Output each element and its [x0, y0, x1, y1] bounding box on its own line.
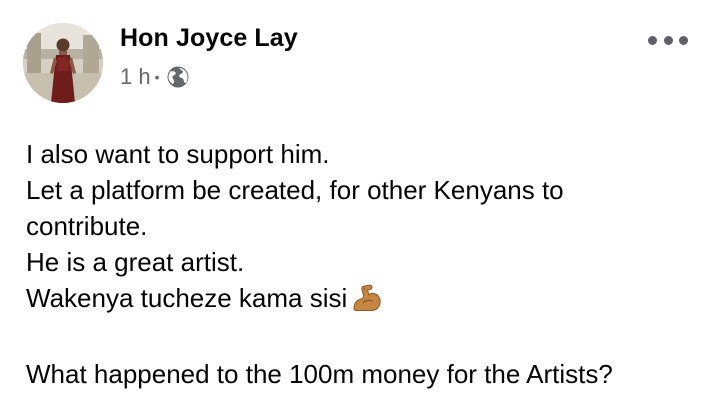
meta-separator: •	[154, 69, 160, 85]
post-text-line-with-emoji: Wakenya tucheze kama sisi	[26, 280, 706, 316]
more-options-icon[interactable]	[648, 28, 688, 52]
author-name[interactable]: Hon Joyce Lay	[120, 24, 298, 53]
facebook-post: Hon Joyce Lay 1 h • I also want to suppo…	[0, 0, 720, 403]
profile-photo	[23, 23, 103, 103]
post-text: Wakenya tucheze kama sisi	[26, 283, 348, 313]
more-dot	[663, 35, 673, 45]
post-text-line: He is a great artist.	[26, 247, 245, 277]
post-body: I also want to support him. Let a platfo…	[26, 136, 706, 392]
post-text-line: I also want to support him.	[26, 139, 330, 169]
post-timestamp[interactable]: 1 h	[120, 64, 151, 90]
more-dot	[679, 35, 688, 45]
post-text-line: Let a platform be created, for other Ken…	[26, 175, 564, 205]
flexed-biceps-icon	[351, 283, 383, 313]
more-dot	[648, 35, 657, 45]
post-meta: 1 h •	[120, 62, 190, 92]
avatar[interactable]	[23, 23, 103, 103]
post-text-line: contribute.	[26, 211, 148, 241]
globe-icon[interactable]	[166, 65, 190, 89]
post-text-line: What happened to the 100m money for the …	[26, 359, 613, 389]
